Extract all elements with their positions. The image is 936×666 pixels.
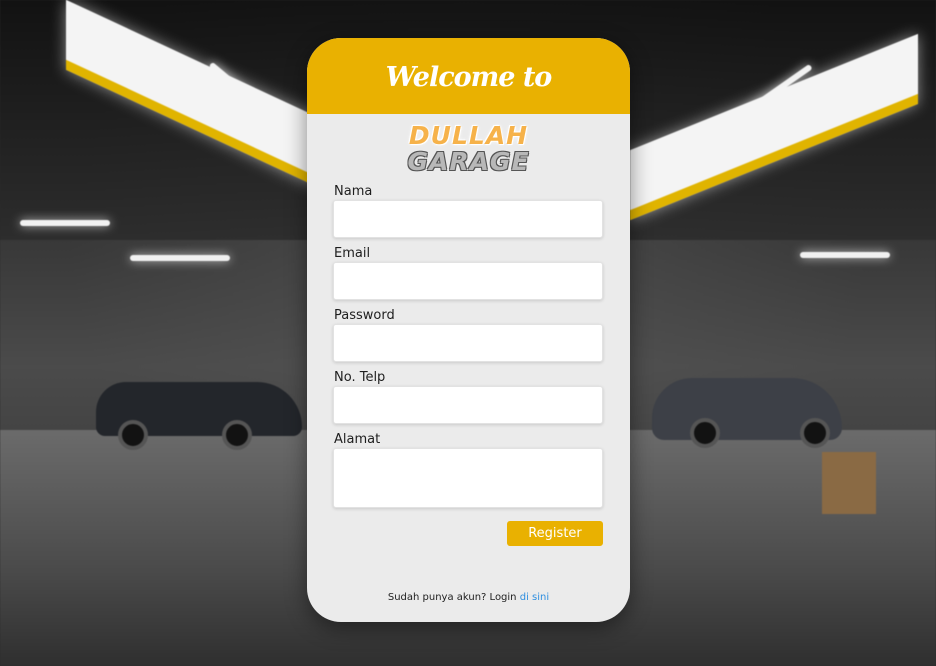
nama-field-group: Nama <box>333 184 604 238</box>
login-link[interactable]: di sini <box>520 592 549 603</box>
password-label: Password <box>334 308 395 323</box>
login-prompt-text: Sudah punya akun? Login <box>387 592 517 603</box>
phone-field-group: No. Telp <box>333 370 604 424</box>
register-card: Welcome to DULLAH GARAGE Nama Email Pass… <box>307 38 630 622</box>
password-field-group: Password <box>333 308 604 362</box>
phone-input[interactable] <box>333 386 603 424</box>
dullah-garage-logo: DULLAH GARAGE <box>307 123 630 174</box>
email-input[interactable] <box>333 262 603 300</box>
nama-input[interactable] <box>333 200 603 238</box>
email-label: Email <box>334 246 371 261</box>
login-prompt: Sudah punya akun? Login di sini <box>307 592 630 603</box>
logo-line-1: DULLAH <box>408 121 529 150</box>
phone-label: No. Telp <box>334 370 386 385</box>
password-input[interactable] <box>333 324 603 362</box>
nama-label: Nama <box>334 184 373 199</box>
logo-line-2: GARAGE <box>407 147 530 176</box>
address-label: Alamat <box>334 432 381 447</box>
register-form: Nama Email Password No. Telp Alamat Regi… <box>307 184 630 546</box>
address-textarea[interactable] <box>333 448 603 508</box>
address-field-group: Alamat <box>333 432 604 508</box>
card-header: Welcome to <box>307 38 630 114</box>
register-button[interactable]: Register <box>507 521 603 546</box>
email-field-group: Email <box>333 246 604 300</box>
welcome-title: Welcome to <box>385 61 553 93</box>
